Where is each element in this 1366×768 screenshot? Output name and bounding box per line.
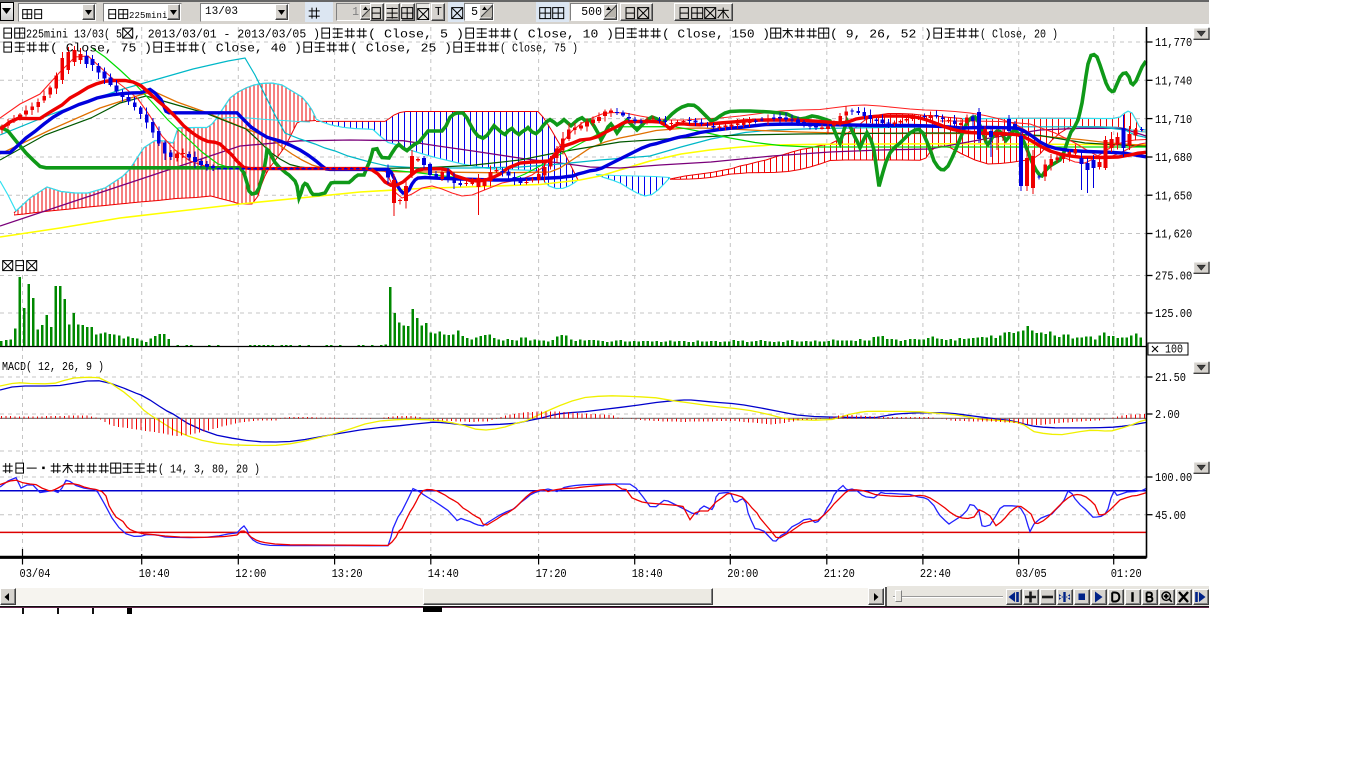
svg-text:21:20: 21:20: [824, 567, 855, 581]
svg-text:03/05: 03/05: [1016, 567, 1047, 581]
svg-text:125.00: 125.00: [1155, 307, 1192, 321]
svg-text:MACD( 12, 26, 9 ): MACD( 12, 26, 9 ): [2, 361, 104, 374]
svg-text:03/04: 03/04: [20, 567, 51, 581]
svg-text:( Close, 25 ): ( Close, 25 ): [350, 43, 452, 56]
svg-text:17:20: 17:20: [536, 567, 567, 581]
svg-text:11,740: 11,740: [1155, 75, 1192, 89]
svg-text:18:40: 18:40: [632, 567, 663, 581]
svg-text:11,770: 11,770: [1155, 36, 1192, 50]
svg-text:11,680: 11,680: [1155, 151, 1192, 165]
svg-text:20:00: 20:00: [727, 567, 758, 581]
svg-text:( 9, 26, 52 ): ( 9, 26, 52 ): [830, 29, 932, 42]
svg-text:100.00: 100.00: [1155, 471, 1192, 485]
svg-text:11,650: 11,650: [1155, 189, 1192, 203]
svg-text:( Close, 40 ): ( Close, 40 ): [200, 43, 302, 56]
svg-text:, 2013/03/01 - 2013/03/05 ): , 2013/03/01 - 2013/03/05 ): [134, 29, 320, 42]
svg-text:2.00: 2.00: [1155, 408, 1180, 422]
svg-text:10:40: 10:40: [139, 567, 170, 581]
svg-text:21.50: 21.50: [1155, 371, 1186, 385]
svg-text:11,710: 11,710: [1155, 113, 1192, 127]
svg-text:13:20: 13:20: [332, 567, 363, 581]
svg-text:22:40: 22:40: [920, 567, 951, 581]
svg-text:( Close, 10 ): ( Close, 10 ): [512, 29, 614, 42]
svg-text:( Close, 150 ): ( Close, 150 ): [662, 29, 770, 42]
svg-text:( 14, 3, 80, 20 ): ( 14, 3, 80, 20 ): [158, 464, 260, 477]
svg-text:( Close, 20 ): ( Close, 20 ): [980, 29, 1058, 42]
svg-text:100: 100: [1165, 344, 1183, 357]
svg-text:14:40: 14:40: [428, 567, 459, 581]
svg-text:11,620: 11,620: [1155, 228, 1192, 242]
svg-text:275.00: 275.00: [1155, 270, 1192, 284]
svg-text:( Close, 75 ): ( Close, 75 ): [500, 43, 578, 56]
svg-text:( Close, 75 ): ( Close, 75 ): [50, 43, 152, 56]
svg-text:01:20: 01:20: [1111, 567, 1142, 581]
svg-text:12:00: 12:00: [235, 567, 266, 581]
svg-text:( Close, 5 ): ( Close, 5 ): [368, 29, 464, 42]
svg-text:45.00: 45.00: [1155, 509, 1186, 523]
svg-text:225mini 13/03( 5: 225mini 13/03( 5: [26, 29, 122, 42]
